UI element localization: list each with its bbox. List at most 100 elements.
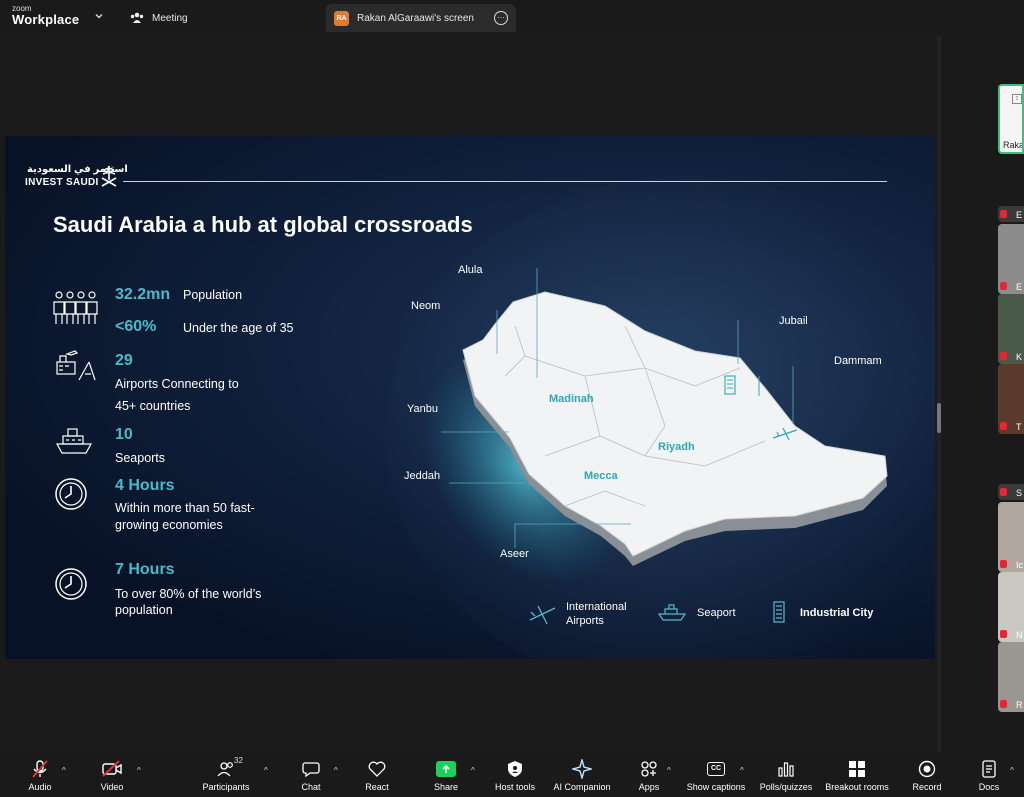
- participant-tile[interactable]: R: [998, 642, 1024, 712]
- docs-label: Docs: [978, 782, 1000, 792]
- chevron-down-icon[interactable]: [93, 10, 105, 22]
- chevron-up-icon[interactable]: ^: [667, 766, 671, 775]
- participant-name: R: [1016, 700, 1023, 710]
- participant-tile[interactable]: K: [998, 294, 1024, 364]
- chevron-up-icon[interactable]: ^: [740, 766, 744, 775]
- participants-count: 32: [234, 756, 243, 765]
- legend-airports-2: Airports: [566, 615, 604, 627]
- shared-slide: استثمر في السعودية INVEST SAUDI Saudi Ar…: [5, 136, 935, 659]
- participant-tile-active[interactable]: ↕ Raka: [998, 84, 1024, 154]
- mic-muted-icon: [1000, 630, 1007, 638]
- region-riyadh: Riyadh: [658, 441, 695, 453]
- sparkle-icon: [570, 758, 594, 780]
- show-captions-label: Show captions: [686, 782, 746, 792]
- title-bar: zoom Workplace Meeting RA Rakan AlGaraaw…: [0, 0, 1024, 36]
- chevron-up-icon[interactable]: ^: [62, 766, 66, 775]
- chevron-up-icon[interactable]: ^: [264, 766, 268, 775]
- heart-icon: [365, 758, 389, 780]
- tab-meeting-label: Meeting: [152, 12, 188, 24]
- participant-name: Raka: [1003, 140, 1024, 150]
- participant-name: E: [1016, 282, 1023, 292]
- brand-big: Workplace: [12, 12, 80, 27]
- mic-muted-icon: [1000, 282, 1007, 290]
- city-jubail: Jubail: [779, 315, 808, 327]
- participant-tile[interactable]: N: [998, 572, 1024, 642]
- city-yanbu: Yanbu: [407, 403, 438, 415]
- participant-name: E: [1016, 210, 1023, 220]
- participants-button[interactable]: 32 Participants: [186, 756, 266, 792]
- participant-name: T: [1016, 422, 1022, 432]
- polls-label: Polls/quizzes: [759, 782, 813, 792]
- docs-button[interactable]: Docs: [949, 758, 1024, 792]
- participant-tile[interactable]: E: [998, 206, 1024, 222]
- tab-screen-label: Rakan AlGaraawi's screen: [357, 12, 474, 24]
- expand-icon[interactable]: ↕: [1012, 94, 1022, 104]
- grid-icon: [845, 758, 869, 780]
- shield-icon: [503, 758, 527, 780]
- chat-label: Chat: [301, 782, 321, 792]
- captions-icon: CC: [704, 758, 728, 780]
- polls-button[interactable]: Polls/quizzes: [746, 758, 826, 792]
- ai-companion-label: AI Companion: [553, 782, 611, 792]
- chevron-up-icon[interactable]: ^: [1010, 766, 1014, 775]
- participant-tile[interactable]: Ic: [998, 502, 1024, 572]
- breakout-rooms-button[interactable]: Breakout rooms: [817, 758, 897, 792]
- participants-label: Participants: [202, 782, 250, 792]
- resize-handle[interactable]: [937, 403, 941, 433]
- participant-tile[interactable]: S: [998, 484, 1024, 500]
- participant-tile[interactable]: E: [998, 224, 1024, 294]
- city-alula: Alula: [458, 264, 483, 276]
- participant-name: Ic: [1016, 560, 1024, 570]
- city-dammam: Dammam: [834, 355, 882, 367]
- mic-muted-icon: [28, 758, 52, 780]
- splitter[interactable]: [937, 36, 941, 752]
- legend-industrial: Industrial City: [800, 607, 874, 619]
- chat-icon: [299, 758, 323, 780]
- mic-muted-icon: [1000, 210, 1007, 218]
- city-aseer: Aseer: [500, 548, 529, 560]
- react-label: React: [365, 782, 389, 792]
- tab-meeting[interactable]: Meeting: [130, 4, 188, 32]
- mic-muted-icon: [1000, 700, 1007, 708]
- video-button[interactable]: Video: [72, 758, 152, 792]
- legend-airports-1: International: [566, 601, 627, 613]
- mic-muted-icon: [1000, 422, 1007, 430]
- participants-icon: [130, 12, 144, 23]
- share-button[interactable]: Share: [406, 758, 486, 792]
- meeting-toolbar: Audio ^ Video ^ 32 Participants ^ Chat ^…: [0, 752, 1024, 797]
- chevron-up-icon[interactable]: ^: [137, 766, 141, 775]
- tab-shared-screen[interactable]: RA Rakan AlGaraawi's screen ···: [326, 4, 516, 32]
- mic-muted-icon: [1000, 560, 1007, 568]
- share-label: Share: [433, 782, 459, 792]
- airplane-icon: [529, 605, 556, 625]
- industrial-city-icon: [773, 601, 785, 623]
- breakout-rooms-label: Breakout rooms: [825, 782, 889, 792]
- participant-tile[interactable]: T: [998, 364, 1024, 434]
- participant-name: K: [1016, 352, 1023, 362]
- region-mecca: Mecca: [584, 470, 618, 482]
- audio-button[interactable]: Audio: [0, 758, 80, 792]
- bar-chart-icon: [774, 758, 798, 780]
- city-jeddah: Jeddah: [404, 470, 441, 482]
- region-madinah: Madinah: [549, 393, 594, 405]
- legend-seaport: Seaport: [697, 607, 736, 619]
- show-captions-button[interactable]: CC Show captions: [676, 758, 756, 792]
- audio-label: Audio: [28, 782, 52, 792]
- city-neom: Neom: [411, 300, 441, 312]
- record-label: Record: [912, 782, 942, 792]
- participant-strip: ↕ Raka E E K T S Ic N R: [998, 36, 1024, 752]
- react-button[interactable]: React: [337, 758, 417, 792]
- participant-name: N: [1016, 630, 1023, 640]
- host-tools-label: Host tools: [494, 782, 536, 792]
- saudi-map: [420, 268, 888, 625]
- video-off-icon: [100, 758, 124, 780]
- video-label: Video: [100, 782, 124, 792]
- more-options-icon[interactable]: ···: [494, 11, 508, 25]
- mic-muted-icon: [1000, 488, 1007, 496]
- share-screen-icon: [434, 758, 458, 780]
- participant-name: S: [1016, 488, 1023, 498]
- apps-icon: [637, 758, 661, 780]
- mic-muted-icon: [1000, 352, 1007, 360]
- seaport-ship-icon: [657, 604, 687, 621]
- apps-label: Apps: [638, 782, 660, 792]
